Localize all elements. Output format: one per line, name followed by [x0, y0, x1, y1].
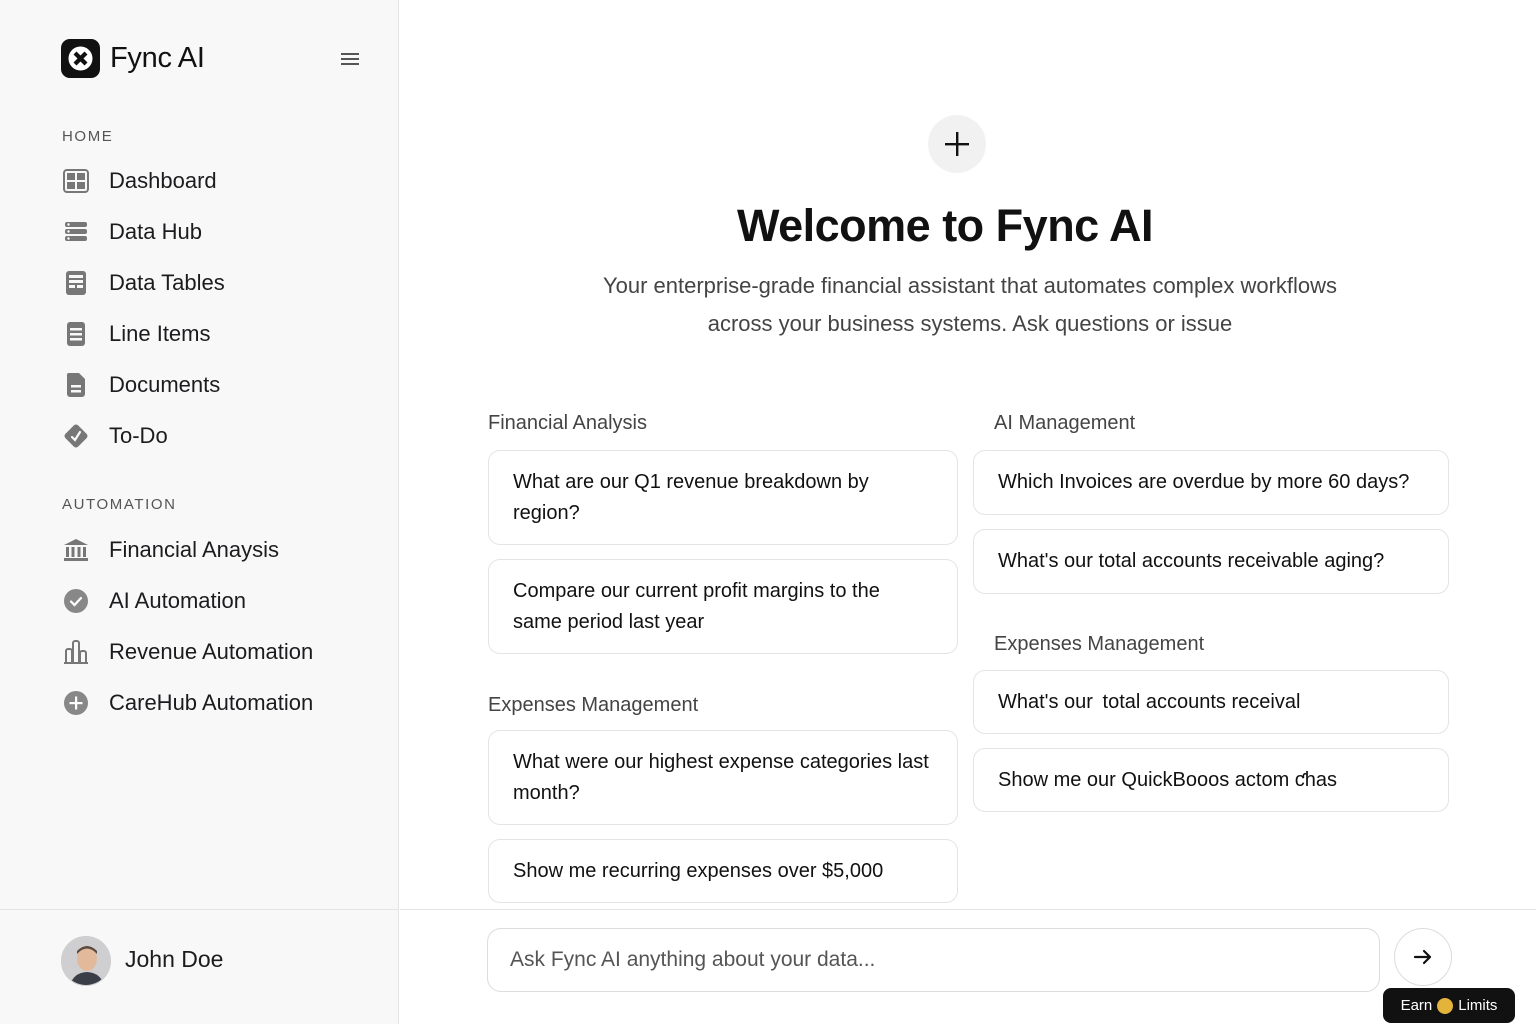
hamburger-menu-icon[interactable]	[338, 48, 362, 70]
sidebar-item-carehub-automation[interactable]: CareHub Automation	[62, 683, 362, 723]
bar-chart-icon	[62, 638, 90, 666]
earn-limits-badge[interactable]: Earn Limits	[1383, 988, 1515, 1023]
plus-icon	[945, 132, 969, 156]
sidebar-item-revenue-automation[interactable]: Revenue Automation	[62, 632, 362, 672]
sidebar-item-label: Documents	[109, 372, 221, 397]
sidebar-item-label: Dashboard	[109, 168, 217, 193]
main-content: Welcome to Fync AI Your enterprise-grade…	[400, 0, 1536, 1024]
sidebar-item-label: Line Items	[109, 321, 211, 346]
todo-diamond-icon	[62, 422, 90, 450]
sidebar-footer: John Doe	[0, 909, 399, 1024]
sidebar-item-label: Data Tables	[109, 270, 225, 295]
brand[interactable]: Fync AI	[61, 39, 205, 78]
sidebar-item-label: Financial Anaysis	[109, 537, 279, 562]
earn-label: Earn	[1400, 997, 1433, 1014]
arrow-right-icon	[1413, 949, 1432, 965]
table-icon	[62, 269, 90, 297]
group-title-expenses-management: Expenses Management	[994, 633, 1205, 655]
sidebar-item-line-items[interactable]: Line Items	[62, 314, 362, 354]
chat-input-bar	[400, 909, 1536, 1024]
prompt-card[interactable]: Compare our current profit margins to th…	[488, 559, 958, 654]
user-name: John Doe	[125, 946, 224, 972]
document-lines-icon	[62, 320, 90, 348]
database-icon	[62, 218, 90, 246]
page-title: Welcome to Fync AI	[736, 200, 1154, 251]
sidebar-item-financial-analysis[interactable]: Financial Anaysis	[62, 530, 362, 570]
prompt-card[interactable]: What were our highest expense categories…	[488, 730, 958, 825]
new-chat-button[interactable]	[928, 115, 986, 173]
prompt-card[interactable]: What are our Q1 revenue breakdown by reg…	[488, 450, 958, 545]
prompt-card[interactable]: What's our total accounts receival	[973, 670, 1449, 734]
sidebar-item-label: To-Do	[109, 423, 168, 448]
sidebar-item-label: AI Automation	[109, 588, 246, 613]
sidebar-item-to-do[interactable]: To-Do	[62, 416, 362, 456]
limits-label: Limits	[1458, 997, 1498, 1014]
group-title-expenses-management: Expenses Management	[488, 694, 699, 716]
sidebar-item-data-hub[interactable]: Data Hub	[62, 212, 362, 252]
group-title-financial-analysis: Financial Analysis	[488, 412, 647, 434]
bank-icon	[62, 536, 90, 564]
sidebar-item-label: Data Hub	[109, 219, 202, 244]
document-icon	[62, 371, 90, 399]
send-button[interactable]	[1394, 928, 1452, 986]
brand-name: Fync AI	[110, 42, 205, 74]
section-label-automation: AUTOMATION	[62, 496, 177, 513]
sidebar: Fync AI HOME Dashboard Data Hub Data Tab…	[0, 0, 399, 1024]
coin-icon	[1437, 997, 1454, 1014]
avatar[interactable]	[61, 936, 111, 986]
check-circle-icon	[62, 587, 90, 615]
page-subtitle: Your enterprise-grade financial assistan…	[602, 273, 1338, 336]
sidebar-item-label: CareHub Automation	[109, 690, 314, 715]
sidebar-item-label: Revenue Automation	[109, 639, 314, 664]
section-label-home: HOME	[62, 128, 114, 145]
prompt-card[interactable]: Show me our QuickBooos actom ƈhas	[973, 748, 1449, 812]
prompt-card[interactable]: What's our total accounts receivable agi…	[973, 529, 1449, 594]
fync-logo-icon	[61, 39, 100, 78]
prompt-card[interactable]: Which Invoices are overdue by more 60 da…	[973, 450, 1449, 515]
chat-input[interactable]	[487, 928, 1380, 992]
sidebar-item-ai-automation[interactable]: AI Automation	[62, 581, 362, 621]
plus-circle-icon	[62, 689, 90, 717]
sidebar-item-dashboard[interactable]: Dashboard	[62, 161, 362, 201]
dashboard-grid-icon	[62, 167, 90, 195]
prompt-card[interactable]: Show me recurring expenses over $5,000	[488, 839, 958, 903]
sidebar-item-data-tables[interactable]: Data Tables	[62, 263, 362, 303]
group-title-ai-management: AI Management	[994, 412, 1136, 434]
sidebar-item-documents[interactable]: Documents	[62, 365, 362, 405]
